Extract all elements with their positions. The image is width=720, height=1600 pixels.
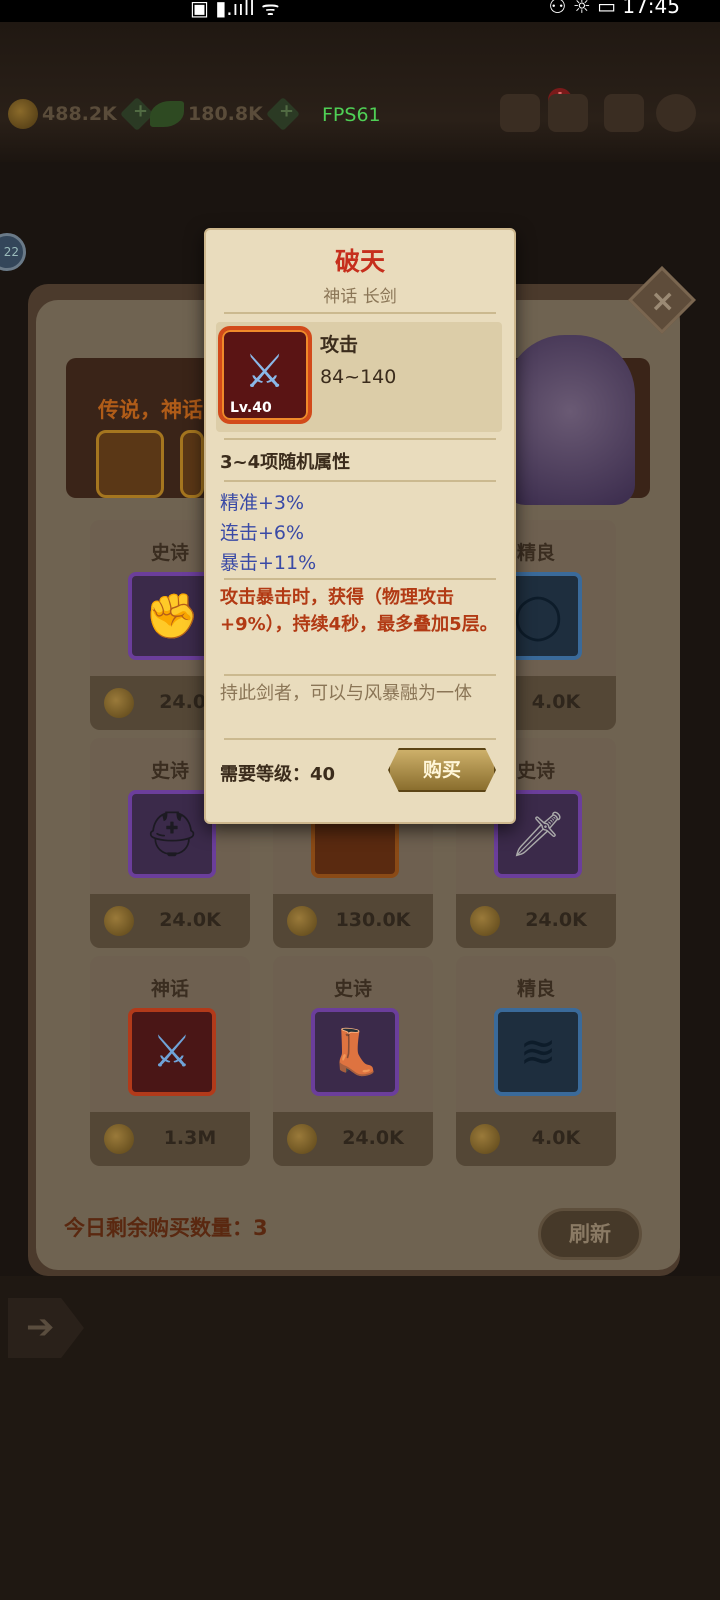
banner-text: 传说，神话 xyxy=(98,398,203,422)
item-skill: 攻击暴击时，获得（物理攻击+9%），持续4秒，最多叠加5层。 xyxy=(220,587,498,635)
attr-combo: 连击+6% xyxy=(220,522,305,544)
gold-resource: 488.2K xyxy=(8,96,154,132)
arrow-right-icon: ➔ xyxy=(26,1307,55,1347)
item-price: 24.0K xyxy=(159,909,221,931)
cloak-icon: ≋ xyxy=(494,1008,582,1096)
gear-icon[interactable] xyxy=(656,94,696,132)
divider xyxy=(224,480,496,482)
leaf-icon xyxy=(150,101,184,127)
divider xyxy=(224,312,496,314)
item-tier: 神话 xyxy=(150,978,189,1000)
wood-amount: 180.8K xyxy=(188,103,263,125)
divider xyxy=(224,738,496,740)
item-price: 4.0K xyxy=(531,1127,581,1149)
item-flavor: 持此剑者，可以与风暴融为一体 xyxy=(220,683,472,704)
bottom-area xyxy=(0,1276,720,1600)
divider xyxy=(224,438,496,440)
item-price: 1.3M xyxy=(163,1127,217,1149)
item-price: 24.0K xyxy=(525,909,587,931)
shop-item-card[interactable]: 神话 ⚔ 1.3M xyxy=(90,956,250,1166)
side-badge[interactable]: 22 xyxy=(0,233,26,271)
buy-button[interactable]: 购买 xyxy=(388,748,496,792)
hooded-merchant-icon xyxy=(505,335,635,505)
level-requirement: 需要等级：40 xyxy=(220,764,336,785)
stat-value: 84~140 xyxy=(320,366,397,388)
fps-counter: FPS61 xyxy=(322,104,381,126)
coin-icon xyxy=(470,1124,500,1154)
coin-icon xyxy=(287,1124,317,1154)
close-icon: × xyxy=(650,283,676,319)
coin-icon xyxy=(104,1124,134,1154)
item-tooltip: 破天 神话 长剑 ⚔ Lv.40 攻击 84~140 3~4项随机属性 精准+3… xyxy=(204,228,516,824)
coin-icon xyxy=(104,906,134,936)
item-price: 4.0K xyxy=(531,691,581,713)
mail-icon[interactable] xyxy=(604,94,644,132)
item-type: 神话 长剑 xyxy=(323,287,397,307)
chat-icon[interactable] xyxy=(548,94,588,132)
coin-icon xyxy=(104,688,134,718)
banner-item-icon xyxy=(180,430,204,498)
item-tier: 精良 xyxy=(516,978,555,1000)
item-level: Lv.40 xyxy=(230,400,272,416)
top-bar xyxy=(0,22,720,162)
divider xyxy=(224,578,496,580)
remaining-purchases: 今日剩余购买数量：3 xyxy=(64,1216,268,1240)
potion-icon[interactable] xyxy=(500,94,540,132)
divider xyxy=(224,674,496,676)
attr-crit: 暴击+11% xyxy=(220,552,317,574)
coin-icon xyxy=(470,906,500,936)
sword-icon: ⚔ xyxy=(128,1008,216,1096)
coin-icon xyxy=(8,99,38,129)
item-tier: 史诗 xyxy=(333,978,372,1000)
item-price: 130.0K xyxy=(335,909,411,931)
status-bar: ▣ ▮.ııll ᯤ ⚇ ☼ ▭ 17:45 xyxy=(0,0,720,22)
coin-icon xyxy=(287,906,317,936)
random-attrs-label: 3~4项随机属性 xyxy=(220,452,351,473)
shop-item-card[interactable]: 精良 ≋ 4.0K xyxy=(456,956,616,1166)
sword-icon: ⚔ Lv.40 xyxy=(218,326,312,424)
helmet-icon: ⛑ xyxy=(128,790,216,878)
status-icons-right: ⚇ ☼ ▭ 17:45 xyxy=(548,0,680,18)
add-wood-button[interactable] xyxy=(265,97,300,131)
attr-accuracy: 精准+3% xyxy=(220,492,305,514)
add-gold-button[interactable] xyxy=(119,97,154,131)
stat-name: 攻击 xyxy=(320,334,359,356)
banner-scepter-icon xyxy=(96,430,164,498)
gauntlet-icon: ✊ xyxy=(128,572,216,660)
item-name: 破天 xyxy=(334,247,385,276)
gold-amount: 488.2K xyxy=(42,103,117,125)
shop-item-card[interactable]: 史诗 👢 24.0K xyxy=(273,956,433,1166)
refresh-button[interactable]: 刷新 xyxy=(538,1208,642,1260)
status-icons-left: ▣ ▮.ııll ᯤ xyxy=(190,0,280,20)
boot-icon: 👢 xyxy=(311,1008,399,1096)
item-price: 24.0K xyxy=(342,1127,404,1149)
wood-resource: 180.8K xyxy=(150,96,300,132)
